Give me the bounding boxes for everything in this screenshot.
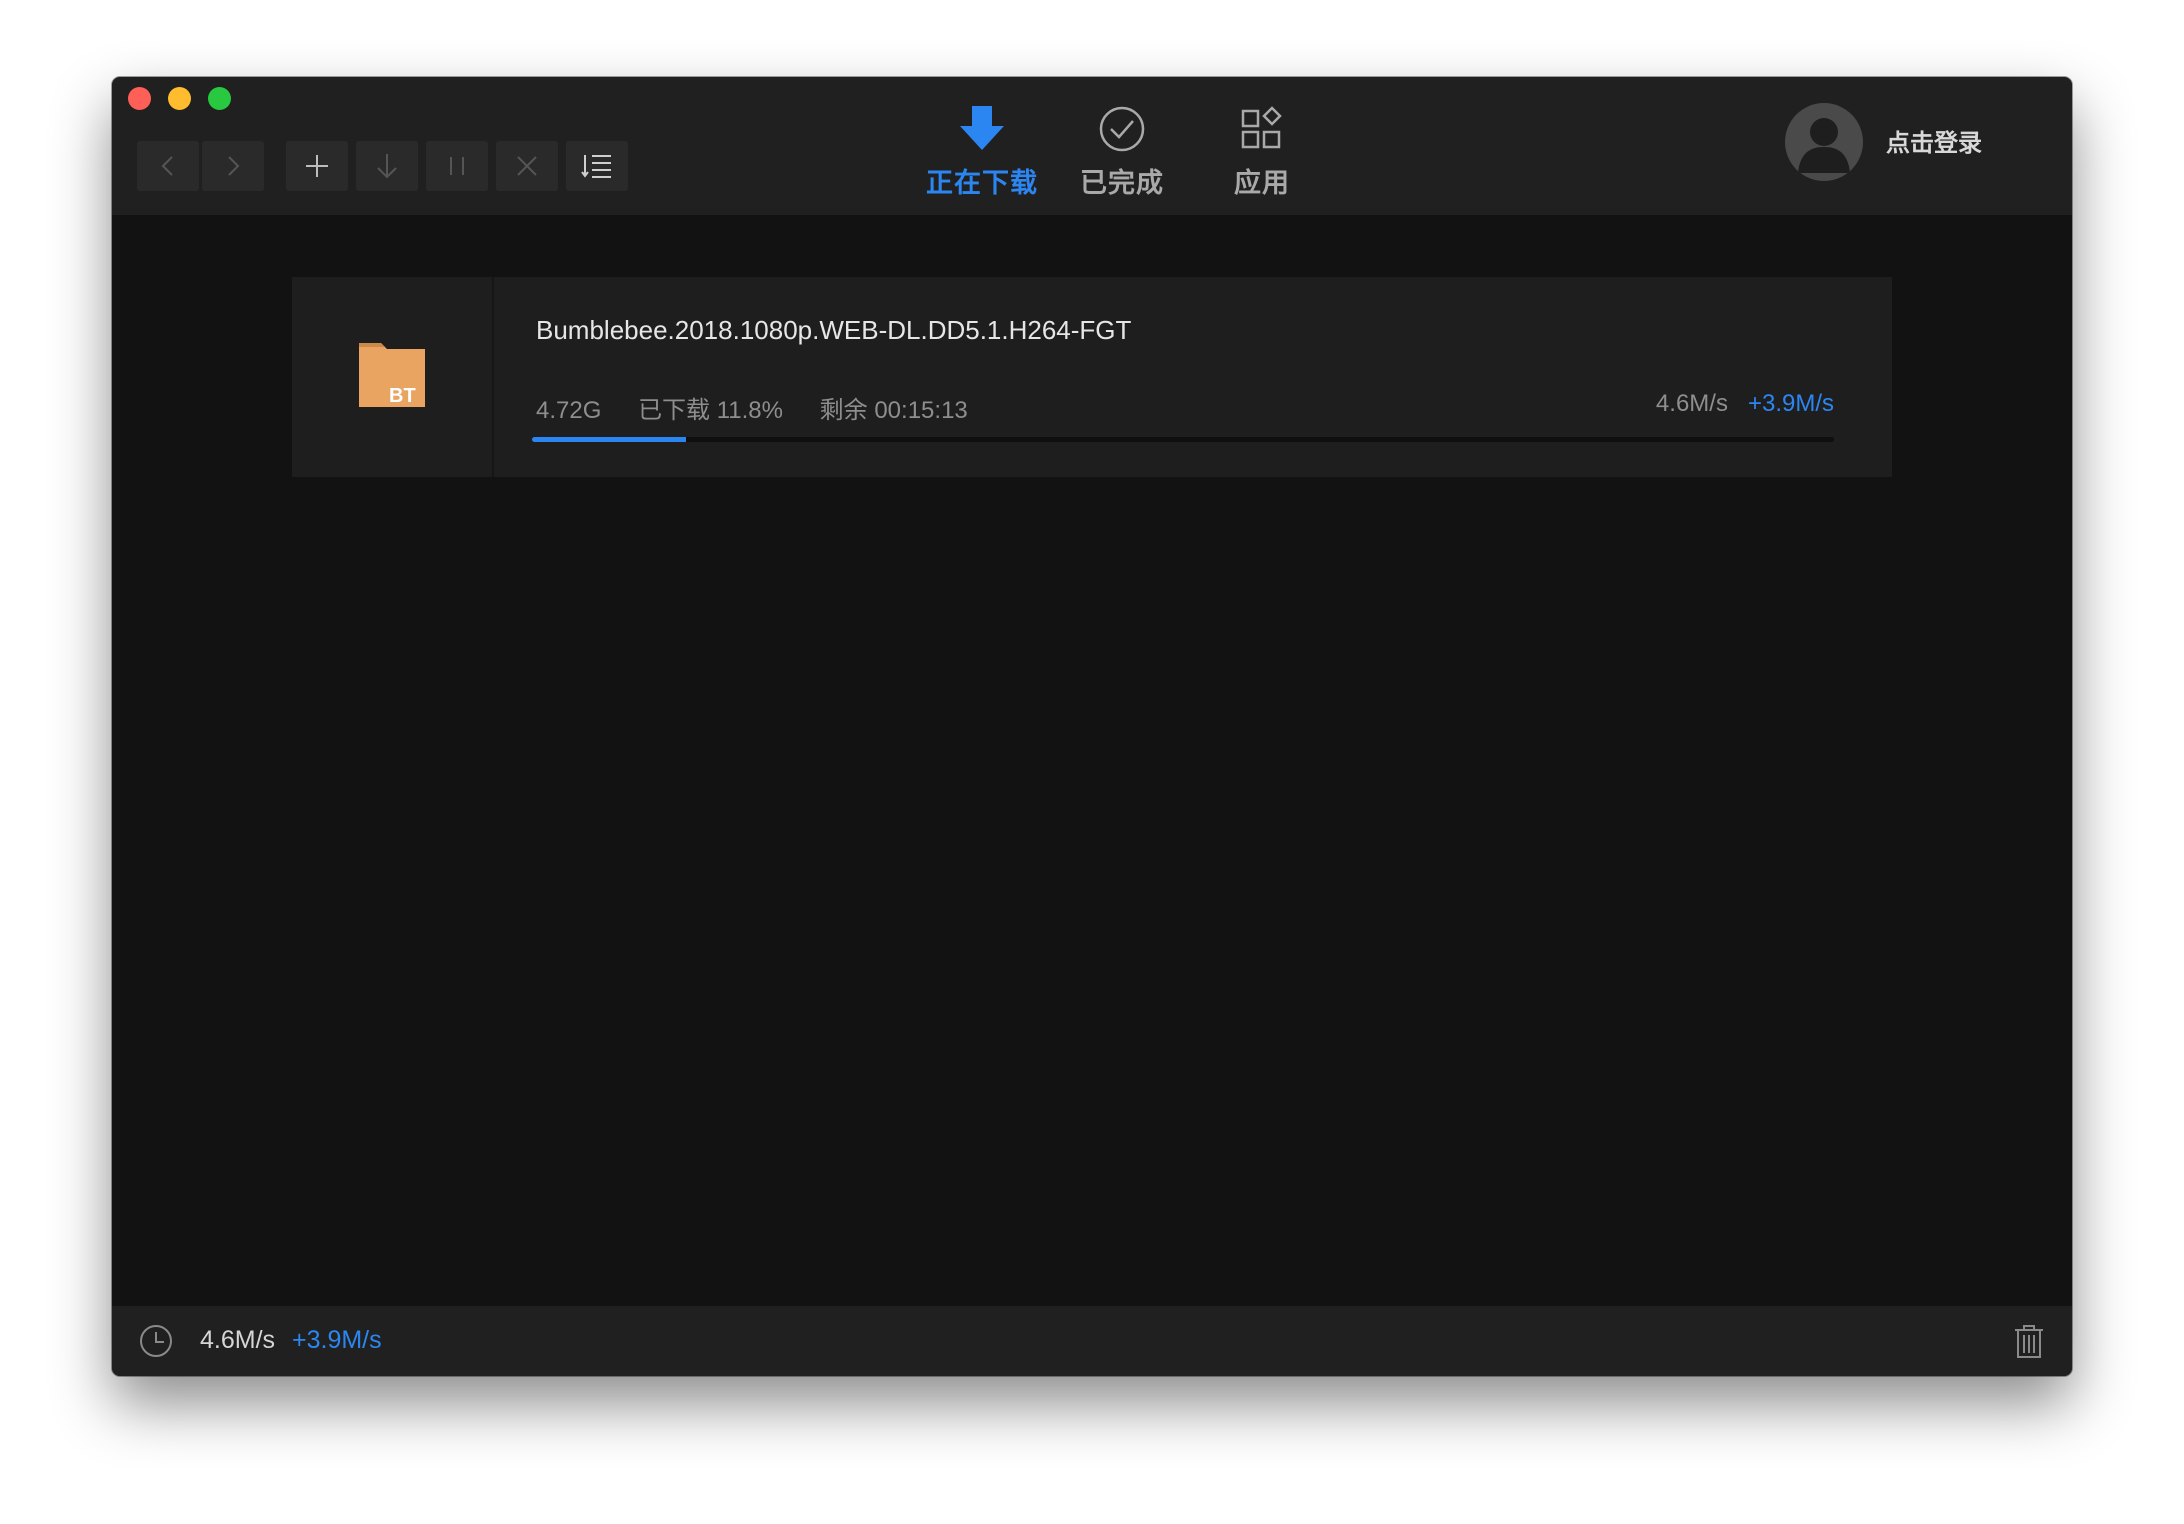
tab-apps-label: 应用 xyxy=(1234,168,1290,198)
pause-button[interactable] xyxy=(426,141,488,191)
download-arrow-icon xyxy=(958,101,1006,157)
bt-badge: BT xyxy=(389,385,416,407)
task-progress-bar xyxy=(532,437,1834,442)
user-avatar-icon xyxy=(1798,118,1850,173)
task-filename: Bumblebee.2018.1080p.WEB-DL.DD5.1.H264-F… xyxy=(536,315,1132,345)
check-circle-icon xyxy=(1098,101,1146,157)
back-button[interactable] xyxy=(137,141,199,191)
task-remaining: 剩余 00:15:13 xyxy=(819,397,968,424)
arrow-down-icon xyxy=(377,154,397,179)
tab-downloading-label: 正在下载 xyxy=(926,168,1038,198)
chevron-right-icon xyxy=(228,156,240,176)
task-size: 4.72G xyxy=(536,397,602,424)
pause-icon xyxy=(450,157,464,175)
status-boost-speed: +3.9M/s xyxy=(292,1326,382,1354)
status-bar: 4.6M/s +3.9M/s xyxy=(112,1306,2072,1376)
tab-completed-label: 已完成 xyxy=(1080,168,1164,198)
task-meta: 4.72G 已下载 11.8% 剩余 00:15:13 xyxy=(536,390,998,425)
tab-completed[interactable]: 已完成 xyxy=(1057,101,1187,201)
tab-downloading[interactable]: 正在下载 xyxy=(917,101,1047,201)
close-window-button[interactable] xyxy=(128,87,151,110)
tab-apps[interactable]: 应用 xyxy=(1197,101,1327,201)
trash-icon[interactable] xyxy=(2012,1323,2046,1359)
clock-icon[interactable] xyxy=(138,1323,174,1359)
chevron-left-icon xyxy=(161,156,173,176)
task-boost-speed: +3.9M/s xyxy=(1747,390,1834,417)
zoom-window-button[interactable] xyxy=(208,87,231,110)
close-icon xyxy=(517,156,537,176)
start-download-button[interactable] xyxy=(356,141,418,191)
title-bar: 正在下载 已完成 应用 点击登录 xyxy=(112,77,2072,215)
app-window: 正在下载 已完成 应用 点击登录 BT Bumblebee.2018.1080p… xyxy=(112,77,2072,1376)
plus-icon xyxy=(306,155,328,177)
task-progress-text: 已下载 11.8% xyxy=(638,397,783,424)
sort-list-button[interactable] xyxy=(566,141,628,191)
forward-button[interactable] xyxy=(202,141,264,191)
download-task-row[interactable]: BT Bumblebee.2018.1080p.WEB-DL.DD5.1.H26… xyxy=(292,277,1892,477)
login-link[interactable]: 点击登录 xyxy=(1886,123,1982,158)
delete-task-button[interactable] xyxy=(496,141,558,191)
sort-list-icon xyxy=(581,155,611,178)
avatar[interactable] xyxy=(1785,103,1863,181)
task-thumbnail: BT xyxy=(292,277,494,477)
task-speed: 4.6M/s xyxy=(1655,390,1728,417)
status-speed: 4.6M/s xyxy=(200,1326,276,1354)
task-progress-fill xyxy=(532,437,686,442)
task-speed-group: 4.6M/s +3.9M/s xyxy=(1656,390,1834,418)
minimize-window-button[interactable] xyxy=(168,87,191,110)
add-task-button[interactable] xyxy=(286,141,348,191)
apps-grid-icon xyxy=(1238,101,1286,157)
